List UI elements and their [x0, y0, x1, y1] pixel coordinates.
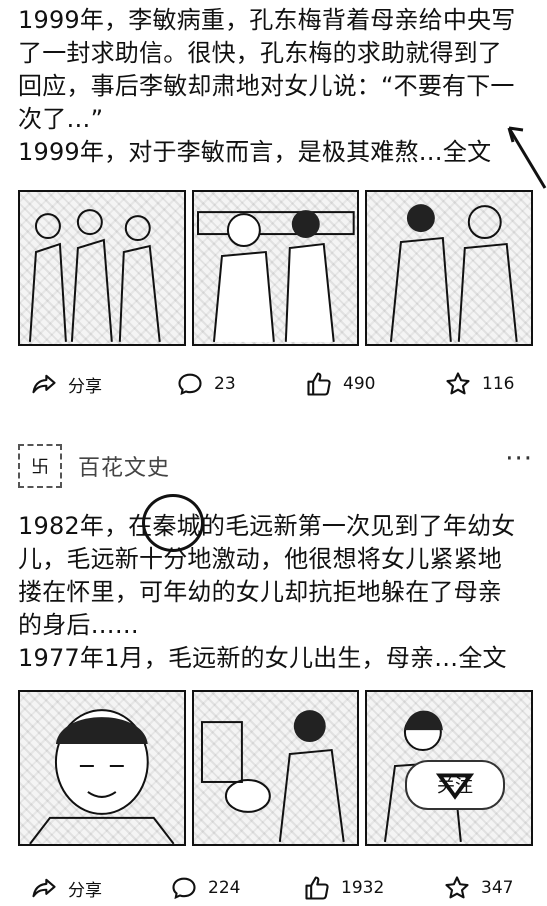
- post-2-full-text-link[interactable]: 全文: [458, 644, 506, 672]
- comment-count: 224: [208, 878, 241, 898]
- post-2-photos[interactable]: 关注: [18, 690, 534, 846]
- comment-icon: [172, 877, 196, 900]
- crowd-photo-icon: [28, 209, 161, 342]
- post-2-text[interactable]: 1982年，在秦城的毛远新第一次见到了年幼女 儿，毛远新十分地激动，他很想将女儿…: [18, 510, 533, 675]
- highlight-circle: [142, 494, 204, 552]
- post-2-share-button[interactable]: 分享: [30, 870, 102, 906]
- post-1-photo-2[interactable]: [191, 190, 360, 346]
- post-2-comment-button[interactable]: 224: [170, 870, 240, 906]
- post-1-share-button[interactable]: 分享: [30, 366, 102, 402]
- star-icon: [445, 876, 469, 899]
- like-count: 490: [343, 374, 376, 394]
- post-2-summary: 1977年1月，毛远新的女儿出生，母亲…: [18, 644, 459, 672]
- author-avatar-glyph: 卐: [31, 457, 49, 478]
- follow-badge[interactable]: 关注: [405, 760, 506, 810]
- post-1-photos[interactable]: [18, 190, 534, 346]
- post-1-favorite-button[interactable]: 116: [444, 366, 514, 402]
- post-1-line-1: 1999年，李敏病重，孔东梅背着母亲给中央写: [18, 6, 516, 34]
- post-2-line-1: 1982年，在秦城的毛远新第一次见到了年幼女: [18, 512, 516, 540]
- post-1-line-3: 回应，事后李敏却肃地对女儿说：“不要有下一: [18, 72, 515, 100]
- like-count: 1932: [341, 878, 385, 898]
- share-icon: [32, 878, 56, 898]
- women-photo-icon: [390, 204, 519, 342]
- post-1-summary: 1999年，对于李敏而言，是极其难熬…: [18, 138, 443, 166]
- post-2-summary-line: 1977年1月，毛远新的女儿出生，母亲…全文: [18, 642, 533, 675]
- post-2-line-4: 的身后……: [18, 611, 139, 639]
- post-2-actions: 分享 224 1932 347: [0, 870, 547, 906]
- post-2-photo-3[interactable]: 关注: [365, 690, 534, 846]
- scroll-arrow-icon: [507, 126, 547, 189]
- thumbs-up-icon: [305, 876, 329, 900]
- follow-heart-icon: [435, 773, 475, 800]
- thumbs-up-icon: [307, 372, 331, 396]
- favorite-count: 116: [482, 374, 515, 394]
- post-1-like-button[interactable]: 490: [305, 366, 375, 402]
- post-2-favorite-button[interactable]: 347: [443, 870, 513, 906]
- comment-icon: [178, 373, 202, 396]
- post-1-comment-button[interactable]: 23: [176, 366, 236, 402]
- post-1-photo-1[interactable]: [18, 190, 186, 346]
- author-avatar[interactable]: 卐: [18, 444, 62, 488]
- post-2-photo-2[interactable]: [191, 690, 360, 846]
- post-2-author-row: 卐 百花文史 ···: [18, 444, 533, 488]
- post-2-like-button[interactable]: 1932: [303, 870, 384, 906]
- share-label: 分享: [68, 376, 102, 397]
- post-1-photo-3[interactable]: [365, 190, 534, 346]
- post-1-text[interactable]: 1999年，李敏病重，孔东梅背着母亲给中央写 了一封求助信。很快，孔东梅的求助就…: [18, 4, 533, 169]
- post-1-line-4: 次了…”: [18, 105, 104, 133]
- favorite-count: 347: [481, 878, 514, 898]
- star-icon: [446, 372, 470, 395]
- post-1-full-text-link[interactable]: 全文: [443, 138, 491, 166]
- post-1-line-2: 了一封求助信。很快，孔东梅的求助就得到了: [18, 39, 502, 67]
- man-portrait-icon: [29, 709, 175, 844]
- author-name[interactable]: 百花文史: [78, 450, 170, 482]
- more-options-icon[interactable]: ···: [505, 444, 533, 474]
- post-2-photo-1[interactable]: [18, 690, 186, 846]
- comment-count: 23: [214, 374, 236, 394]
- post-1-actions: 分享 23 490 116: [0, 366, 547, 402]
- share-icon: [32, 374, 56, 394]
- two-people-photo-icon: [196, 210, 355, 342]
- post-1-summary-line: 1999年，对于李敏而言，是极其难熬…全文: [18, 136, 533, 169]
- share-label: 分享: [68, 880, 102, 901]
- post-2-line-2: 儿，毛远新十分地激动，他很想将女儿紧紧地: [18, 545, 502, 573]
- post-2-line-3: 搂在怀里，可年幼的女儿却抗拒地躲在了母亲: [18, 578, 502, 606]
- mother-child-photo-icon: [200, 710, 345, 842]
